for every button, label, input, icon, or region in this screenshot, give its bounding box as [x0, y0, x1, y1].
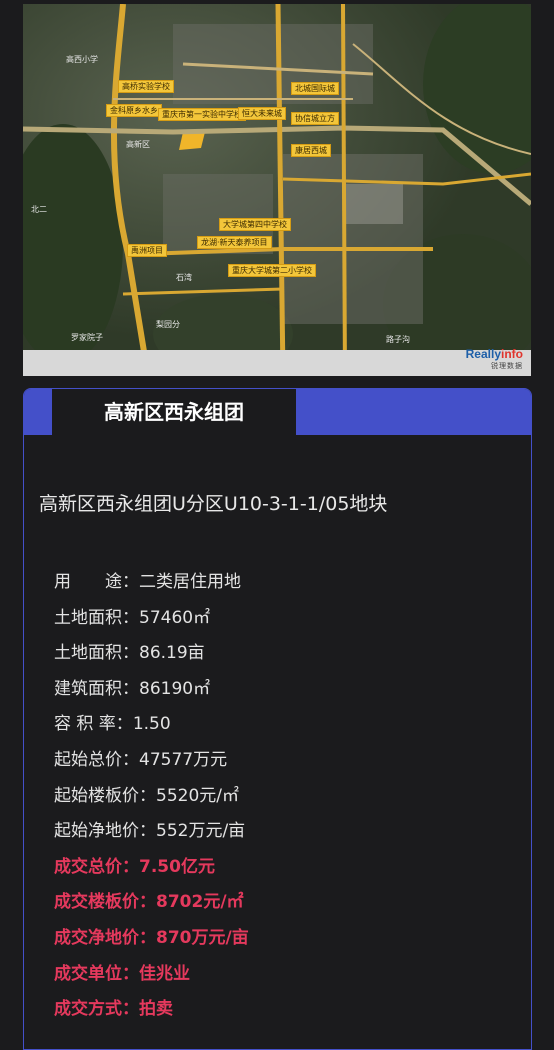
- detail-value: 二类居住用地: [139, 572, 241, 592]
- map-place-label: 北二: [31, 205, 47, 214]
- detail-key: 容 积 率：: [54, 714, 133, 735]
- detail-key: 起始总价：: [54, 749, 139, 770]
- map-place-label: 路子沟: [386, 335, 410, 344]
- map-label-project: 恒大未来城: [238, 107, 286, 120]
- detail-row: 土地面积：57460㎡: [54, 601, 249, 637]
- detail-row: 建筑面积：86190㎡: [54, 672, 249, 708]
- detail-key: 成交总价：: [54, 856, 139, 877]
- map-label-project: 禹洲项目: [127, 244, 167, 257]
- detail-row: 起始总价：47577万元: [54, 743, 249, 779]
- detail-value: 7.50亿元: [139, 856, 215, 877]
- detail-key: 成交单位：: [54, 963, 139, 984]
- detail-key: 用 途：: [54, 572, 139, 592]
- detail-row: 起始楼板价：5520元/㎡: [54, 779, 249, 815]
- detail-value: 57460㎡: [139, 607, 211, 628]
- detail-key: 起始楼板价：: [54, 785, 156, 806]
- reallyinfo-logo: Reallyinfo 锐理数据: [465, 347, 523, 370]
- land-details-list: 用 途：二类居住用地 土地面积：57460㎡ 土地面积：86.19亩 建筑面积：861…: [54, 565, 249, 1028]
- map-place-label: 高新区: [126, 140, 150, 149]
- detail-row: 成交楼板价：8702元/㎡: [54, 885, 249, 921]
- detail-value: 拍卖: [139, 999, 173, 1020]
- map-place-label: 梨园分: [156, 320, 180, 329]
- detail-row: 成交单位：佳兆业: [54, 957, 249, 993]
- map-label-project: 北城国际城: [291, 82, 339, 95]
- detail-row: 起始净地价：552万元/亩: [54, 814, 249, 850]
- detail-key: 建筑面积：: [54, 678, 139, 699]
- detail-key: 成交方式：: [54, 999, 139, 1020]
- tab-district[interactable]: 高新区西永组团: [52, 389, 296, 435]
- tab-accent-left: [24, 389, 52, 435]
- map-label-school: 重庆市第一实验中学校: [158, 108, 246, 121]
- detail-value: 552万元/亩: [156, 821, 246, 842]
- detail-key: 土地面积：: [54, 643, 139, 664]
- map-place-label: 罗家院子: [71, 333, 103, 342]
- map-label-project: 康居西城: [291, 144, 331, 157]
- detail-value: 86.19亩: [139, 643, 205, 664]
- land-info-card: 高新区西永组团 高新区西永组团U分区U10-3-1-1/05地块 用 途：二类居…: [23, 388, 532, 1050]
- detail-key: 土地面积：: [54, 607, 139, 628]
- card-tabbar: 高新区西永组团: [24, 389, 531, 435]
- map-label-project: 协信城立方: [291, 112, 339, 125]
- detail-value: 86190㎡: [139, 678, 211, 699]
- detail-row: 用 途：二类居住用地: [54, 565, 249, 601]
- detail-value: 8702元/㎡: [156, 892, 244, 913]
- detail-value: 佳兆业: [139, 963, 190, 984]
- plot-title: 高新区西永组团U分区U10-3-1-1/05地块: [39, 493, 388, 515]
- detail-row: 容 积 率：1.50: [54, 707, 249, 743]
- detail-key: 成交楼板价：: [54, 892, 156, 913]
- detail-value: 1.50: [132, 714, 171, 735]
- map-label-school: 重庆大学城第二小学校: [228, 264, 316, 277]
- map-label-project: 金科原乡水乡: [106, 104, 162, 117]
- map-place-label: 石湾: [176, 273, 192, 282]
- tab-accent-right: [296, 389, 531, 435]
- detail-value: 47577万元: [139, 749, 228, 770]
- detail-row: 成交总价：7.50亿元: [54, 850, 249, 886]
- detail-row: 土地面积：86.19亩: [54, 636, 249, 672]
- detail-value: 870万元/亩: [156, 927, 249, 948]
- map-label-project: 龙湖·新天泰养项目: [197, 236, 272, 249]
- detail-key: 起始净地价：: [54, 821, 156, 842]
- detail-value: 5520元/㎡: [156, 785, 239, 806]
- location-map: 高桥实验学校 金科原乡水乡 重庆市第一实验中学校 恒大未来城 北城国际城 协信城…: [23, 4, 531, 376]
- map-label-school: 大学城第四中学校: [219, 218, 291, 231]
- detail-row: 成交净地价：870万元/亩: [54, 921, 249, 957]
- detail-row: 成交方式：拍卖: [54, 992, 249, 1028]
- map-place-label: 高西小学: [66, 55, 98, 64]
- map-label-school: 高桥实验学校: [118, 80, 174, 93]
- detail-key: 成交净地价：: [54, 927, 156, 948]
